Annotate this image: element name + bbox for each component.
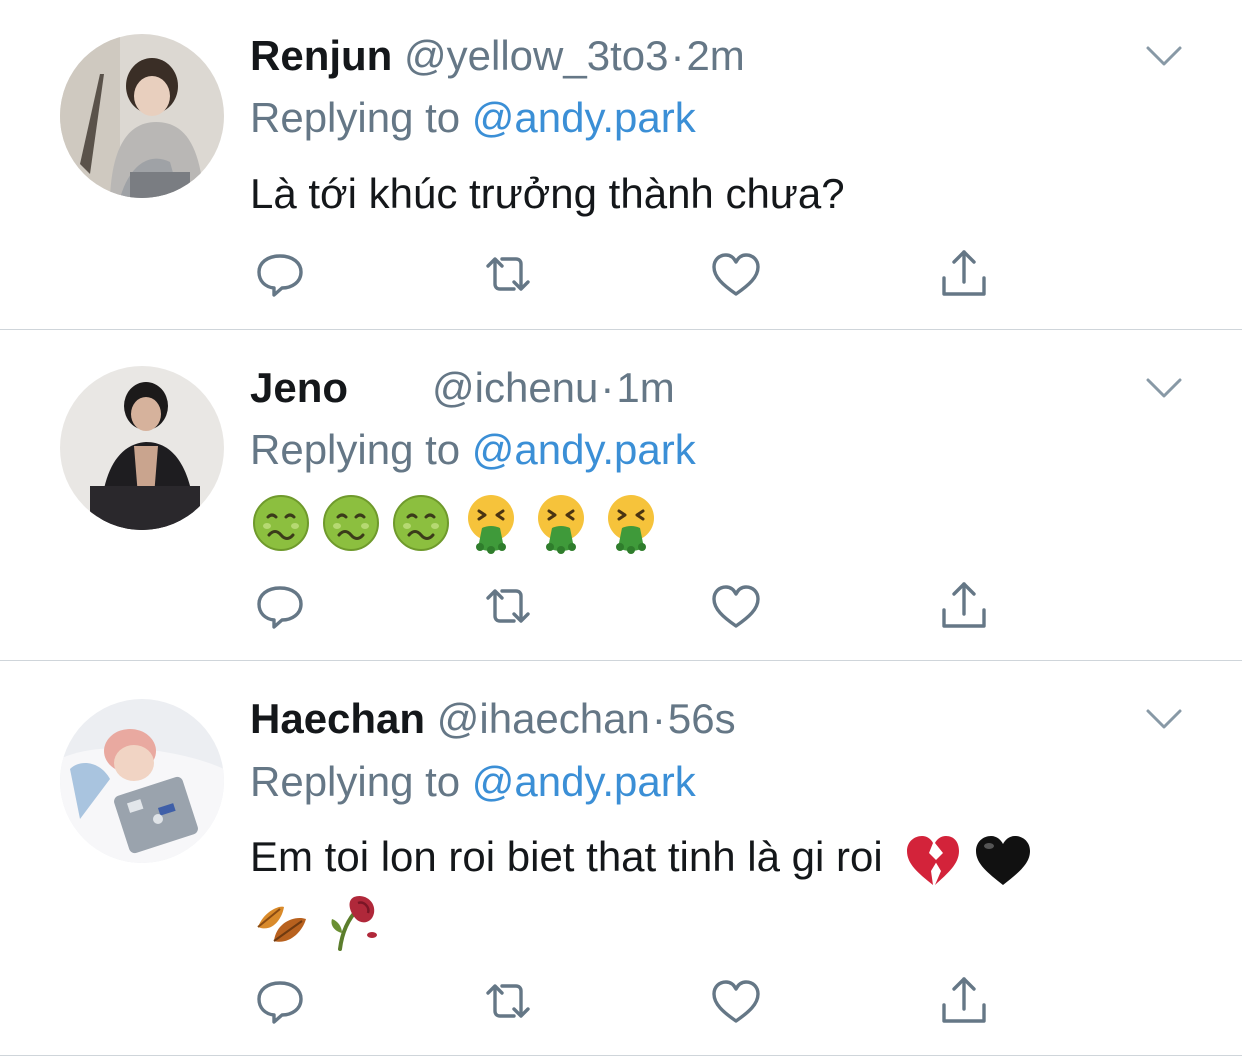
tweet-text: Em toi lon roi biet that tinh là gi roi	[250, 825, 1042, 891]
replying-to: Replying to @andy.park	[250, 90, 696, 146]
like-icon[interactable]	[706, 576, 766, 636]
tweet-header: Jeno @ichenu·1m	[250, 360, 675, 416]
tweet-jeno[interactable]: Jeno @ichenu·1m Replying to @andy.park	[0, 330, 1242, 661]
avatar[interactable]	[60, 699, 224, 863]
replying-to: Replying to @andy.park	[250, 422, 696, 478]
chevron-down-icon[interactable]	[1144, 705, 1184, 733]
divider	[0, 1055, 1242, 1056]
reply-icon[interactable]	[250, 971, 310, 1031]
username[interactable]: @ihaechan	[437, 695, 650, 742]
share-icon[interactable]	[934, 244, 994, 304]
like-icon[interactable]	[706, 244, 766, 304]
tweet-haechan[interactable]: Haechan @ihaechan·56s Replying to @andy.…	[0, 661, 1242, 1057]
tweet-actions	[250, 576, 1010, 636]
reply-icon[interactable]	[250, 244, 310, 304]
timestamp[interactable]: 56s	[668, 695, 736, 742]
chevron-down-icon[interactable]	[1144, 42, 1184, 70]
broken-heart-emoji	[902, 829, 964, 891]
chevron-down-icon[interactable]	[1144, 374, 1184, 402]
nauseated-face-emoji	[320, 492, 382, 554]
black-heart-emoji	[972, 829, 1034, 891]
tweet-header: Haechan @ihaechan·56s	[250, 691, 736, 747]
replying-to-label: Replying to	[250, 758, 461, 805]
share-icon[interactable]	[934, 971, 994, 1031]
replying-to-label: Replying to	[250, 94, 461, 141]
vomiting-face-emoji	[460, 492, 522, 554]
separator: ·	[600, 364, 615, 411]
avatar[interactable]	[60, 34, 224, 198]
tweet-text-second-line	[250, 885, 390, 951]
retweet-icon[interactable]	[478, 244, 538, 304]
tweet-text-content: Em toi lon roi biet that tinh là gi roi	[250, 833, 883, 880]
tweet-header: Renjun @yellow_3to3·2m	[250, 28, 745, 84]
display-name[interactable]: Haechan	[250, 695, 425, 742]
separator: ·	[651, 695, 666, 742]
replying-to: Replying to @andy.park	[250, 754, 696, 810]
reply-mention-link[interactable]: @andy.park	[472, 758, 696, 805]
timestamp[interactable]: 2m	[686, 32, 744, 79]
username[interactable]: @yellow_3to3	[404, 32, 668, 79]
wilted-flower-emoji	[320, 889, 382, 951]
username[interactable]: @ichenu	[432, 364, 598, 411]
retweet-icon[interactable]	[478, 971, 538, 1031]
nauseated-face-emoji	[390, 492, 452, 554]
vomiting-face-emoji	[530, 492, 592, 554]
tweet-text	[250, 488, 670, 560]
timestamp[interactable]: 1m	[616, 364, 674, 411]
display-name[interactable]: Jeno	[250, 360, 432, 416]
reply-mention-link[interactable]: @andy.park	[472, 94, 696, 141]
tweet-text: Là tới khúc trưởng thành chưa?	[250, 170, 845, 217]
tweet-actions	[250, 971, 1010, 1031]
fallen-leaf-emoji	[250, 889, 312, 951]
like-icon[interactable]	[706, 971, 766, 1031]
avatar[interactable]	[60, 366, 224, 530]
replying-to-label: Replying to	[250, 426, 461, 473]
reply-mention-link[interactable]: @andy.park	[472, 426, 696, 473]
display-name[interactable]: Renjun	[250, 32, 392, 79]
separator: ·	[670, 32, 685, 79]
reply-icon[interactable]	[250, 576, 310, 636]
tweet-renjun[interactable]: Renjun @yellow_3to3·2m Replying to @andy…	[0, 0, 1242, 330]
tweet-actions	[250, 244, 1010, 304]
retweet-icon[interactable]	[478, 576, 538, 636]
share-icon[interactable]	[934, 576, 994, 636]
nauseated-face-emoji	[250, 492, 312, 554]
vomiting-face-emoji	[600, 492, 662, 554]
